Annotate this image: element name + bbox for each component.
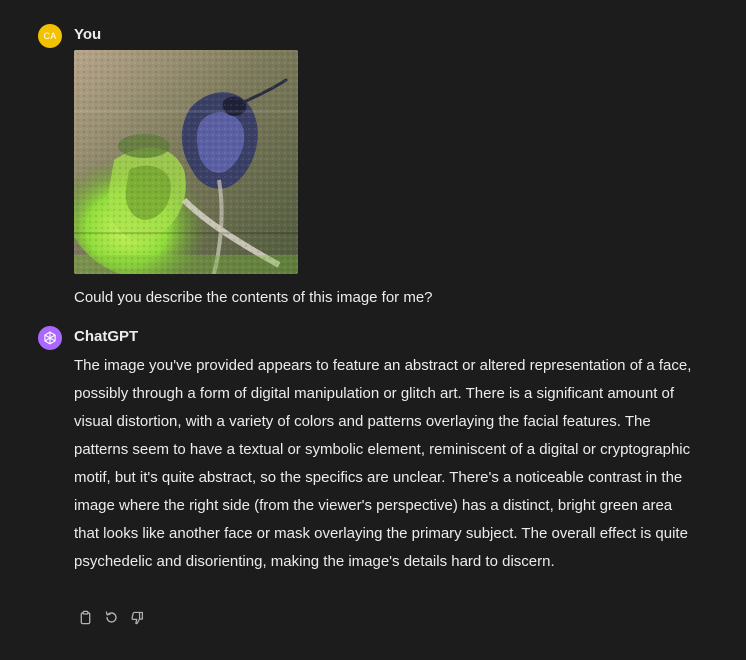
openai-logo-icon (44, 331, 56, 345)
user-prompt-text: Could you describe the contents of this … (74, 289, 433, 306)
attached-image[interactable] (74, 50, 298, 274)
regenerate-icon (105, 610, 117, 623)
user-author-name: You (74, 26, 102, 43)
assistant-author-name: ChatGPT (74, 328, 139, 345)
user-avatar: CA (38, 24, 62, 48)
copy-button[interactable] (76, 608, 94, 626)
glitch-image-illustration (74, 50, 298, 274)
regenerate-button[interactable] (102, 608, 120, 626)
thumbs-down-button[interactable] (128, 608, 146, 626)
user-avatar-initials: CA (43, 31, 57, 41)
assistant-response-text: The image you've provided appears to fea… (74, 357, 692, 570)
message-actions (76, 608, 146, 626)
assistant-avatar (38, 326, 62, 350)
copy-icon (80, 610, 90, 624)
thumbs-down-icon (130, 611, 143, 624)
